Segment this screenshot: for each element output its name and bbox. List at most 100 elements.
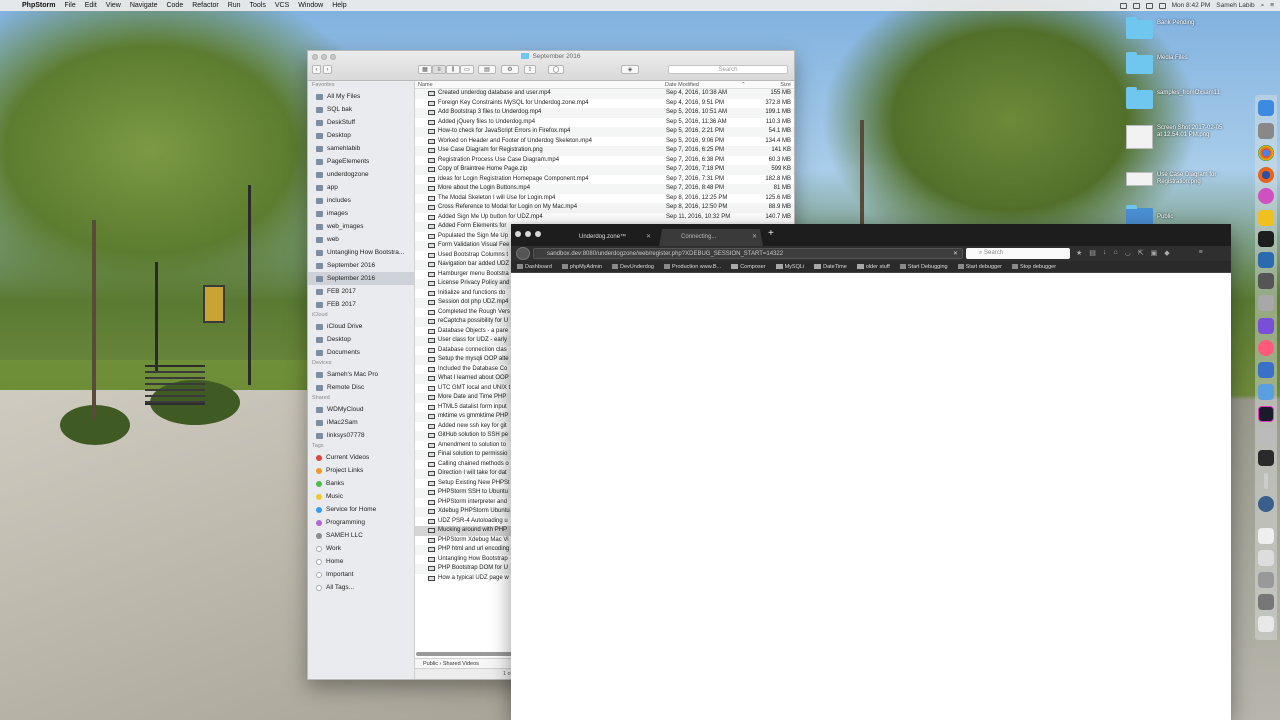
- forward-button[interactable]: ›: [323, 65, 332, 74]
- column-view-button[interactable]: ⫼: [446, 65, 460, 74]
- sidebar-tag[interactable]: Current Videos: [308, 451, 414, 464]
- menu-app-name[interactable]: PhpStorm: [22, 2, 55, 9]
- itunes-icon[interactable]: [1258, 340, 1274, 356]
- bookmark-item[interactable]: older stuff: [856, 263, 890, 270]
- bookmark-item[interactable]: Start debugger: [957, 263, 1002, 270]
- document-icon[interactable]: [1258, 550, 1274, 566]
- desktop-folder-samples[interactable]: samples_fromOxsam11: [1126, 87, 1229, 109]
- app-icon[interactable]: [1258, 318, 1274, 334]
- app-icon[interactable]: [1258, 496, 1274, 512]
- sidebar-tag[interactable]: Service for Home: [308, 503, 414, 516]
- sidebar-item[interactable]: September 2016: [308, 272, 414, 285]
- sort-chevron-icon[interactable]: ⌃: [741, 82, 746, 88]
- sidebar-item[interactable]: web: [308, 233, 414, 246]
- bookmark-item[interactable]: MySQLi: [775, 263, 804, 270]
- app-icon[interactable]: [1258, 362, 1274, 378]
- tag-icon[interactable]: ◯: [548, 65, 564, 74]
- bookmark-item[interactable]: Production www.B...: [663, 263, 721, 270]
- sidebar-tag[interactable]: Work: [308, 542, 414, 555]
- chrome-icon[interactable]: [1258, 145, 1274, 161]
- sidebar-item[interactable]: Desktop: [308, 333, 414, 346]
- minimize-button[interactable]: [525, 231, 531, 237]
- menu-refactor[interactable]: Refactor: [192, 2, 218, 9]
- menu-code[interactable]: Code: [166, 2, 183, 9]
- phpstorm-icon[interactable]: [1258, 406, 1274, 422]
- table-row[interactable]: Registration Process Use Case Diagram.mp…: [415, 156, 794, 166]
- column-name-header[interactable]: Name: [418, 82, 433, 88]
- reading-list-icon[interactable]: ▤: [1089, 249, 1096, 257]
- sidebar-item[interactable]: Sameh's Mac Pro: [308, 368, 414, 381]
- home-icon[interactable]: ⌂: [1113, 249, 1117, 257]
- sidebar-item[interactable]: Desktop: [308, 129, 414, 142]
- table-row[interactable]: Added Sign Me Up button for UDZ.mp4 Sep 1…: [415, 213, 794, 223]
- volume-icon[interactable]: [1145, 2, 1153, 9]
- document-icon[interactable]: [1258, 594, 1274, 610]
- desktop-folder-media-files[interactable]: Media Files: [1126, 52, 1229, 74]
- sidebar-tag[interactable]: Important: [308, 568, 414, 581]
- menu-view[interactable]: View: [106, 2, 121, 9]
- download-icon[interactable]: ↓: [1103, 249, 1107, 257]
- new-tab-button[interactable]: +: [768, 228, 774, 239]
- url-bar[interactable]: sandbox.dev:8080/underdogzone/web/regist…: [533, 248, 963, 259]
- sidebar-item[interactable]: FEB 2017: [308, 298, 414, 311]
- sidebar-item[interactable]: Documents: [308, 346, 414, 359]
- app-icon[interactable]: [1258, 428, 1274, 444]
- back-button[interactable]: ‹: [312, 65, 321, 74]
- app-icon[interactable]: [1258, 384, 1274, 400]
- menu-vcs[interactable]: VCS: [275, 2, 289, 9]
- sidebar-item[interactable]: DeskStuff: [308, 116, 414, 129]
- extension-icon[interactable]: ◆: [1164, 249, 1169, 257]
- stop-loading-icon[interactable]: ✕: [953, 249, 958, 259]
- sidebar-item[interactable]: September 2016: [308, 259, 414, 272]
- finder-search-input[interactable]: Search: [668, 65, 788, 74]
- terminal-icon[interactable]: [1258, 231, 1274, 247]
- sidebar-item[interactable]: linksys07778: [308, 429, 414, 442]
- menu-navigate[interactable]: Navigate: [130, 2, 158, 9]
- finder-icon[interactable]: [1258, 100, 1274, 116]
- desktop-file-use-case-diagram[interactable]: Use Case Diagram for Registration.png: [1126, 172, 1229, 186]
- back-button[interactable]: [516, 247, 530, 260]
- firefox-icon[interactable]: [1258, 167, 1274, 183]
- bookmark-item[interactable]: Stop debugger: [1011, 263, 1056, 270]
- sidebar-tag[interactable]: SAMEH LLC: [308, 529, 414, 542]
- sidebar-item[interactable]: Untangling How Bootstra...: [308, 246, 414, 259]
- app-icon[interactable]: [1258, 188, 1274, 204]
- icon-view-button[interactable]: ▦: [418, 65, 432, 74]
- column-date-header[interactable]: Date Modified: [665, 82, 699, 88]
- table-row[interactable]: More about the Login Buttons.mp4 Sep 7, 2…: [415, 184, 794, 194]
- spotlight-icon[interactable]: ⌕: [1261, 2, 1265, 10]
- document-icon[interactable]: [1258, 528, 1274, 544]
- menu-run[interactable]: Run: [228, 2, 241, 9]
- table-row[interactable]: Foreign Key Constraints MySQL for Underd…: [415, 99, 794, 109]
- sidebar-tag[interactable]: Project Links: [308, 464, 414, 477]
- table-row[interactable]: Ideas for Login Registration Homepage Co…: [415, 175, 794, 185]
- sidebar-item[interactable]: samehlabib: [308, 142, 414, 155]
- list-view-button[interactable]: ≡: [432, 65, 446, 74]
- table-row[interactable]: Cross Reference to Modal for Login on My…: [415, 203, 794, 213]
- close-button[interactable]: [515, 231, 521, 237]
- notification-icon[interactable]: ≡: [1270, 2, 1274, 9]
- battery-icon[interactable]: [1158, 2, 1166, 9]
- table-row[interactable]: Worked on Header and Footer of Underdog …: [415, 137, 794, 147]
- horizontal-scrollbar[interactable]: [416, 652, 514, 656]
- menu-window[interactable]: Window: [298, 2, 323, 9]
- app-icon[interactable]: [1258, 210, 1274, 226]
- table-row[interactable]: The Modal Skeleton I will Use for Login.…: [415, 194, 794, 204]
- column-size-header[interactable]: Size: [780, 82, 791, 88]
- path-public[interactable]: Public: [423, 661, 438, 667]
- share-icon[interactable]: ⇱: [1138, 249, 1144, 257]
- sidebar-tag[interactable]: Programming: [308, 516, 414, 529]
- tab-connecting[interactable]: Connecting... ✕: [659, 229, 763, 246]
- sidebar-item[interactable]: app: [308, 181, 414, 194]
- close-tab-icon[interactable]: ✕: [646, 229, 651, 246]
- path-shared-videos[interactable]: Shared Videos: [443, 661, 479, 667]
- clock[interactable]: Mon 8:42 PM: [1172, 2, 1211, 9]
- table-row[interactable]: Use Case Diagram for Registration.png Sep…: [415, 146, 794, 156]
- sidebar-item[interactable]: FEB 2017: [308, 285, 414, 298]
- user-name[interactable]: Sameh Labib: [1216, 2, 1254, 9]
- table-row[interactable]: Add Bootstrap 3 files to Underdog.mp4 Sep…: [415, 108, 794, 118]
- sidebar-item[interactable]: SQL bak: [308, 103, 414, 116]
- bookmark-item[interactable]: phpMyAdmin: [561, 263, 602, 270]
- sidebar-item[interactable]: PageElements: [308, 155, 414, 168]
- menu-edit[interactable]: Edit: [85, 2, 97, 9]
